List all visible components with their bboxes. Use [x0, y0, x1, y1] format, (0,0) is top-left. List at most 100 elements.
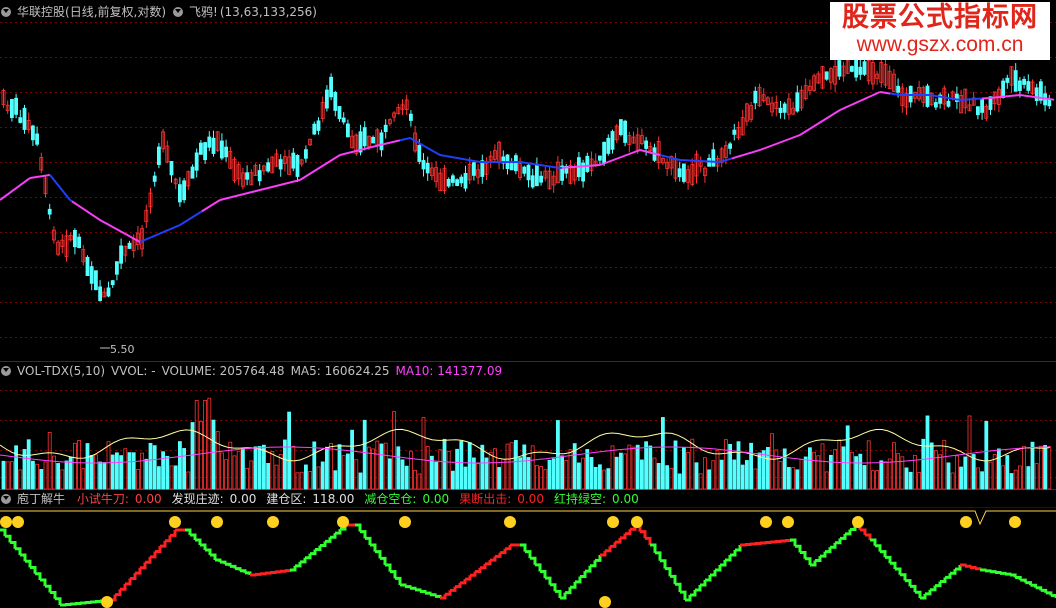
signal-step: [295, 561, 302, 568]
candle-body: [119, 245, 123, 264]
volume-bar: [148, 442, 153, 490]
signal-step: [740, 543, 747, 547]
smiley-icon: [12, 516, 24, 528]
ma-line-segment: [795, 134, 799, 138]
signal-step: [640, 530, 647, 539]
volume-bar: [787, 467, 791, 490]
ma-line-segment: [627, 152, 631, 156]
ma-line-segment: [677, 158, 681, 161]
candle-body: [127, 242, 132, 249]
indicator-menu-icon[interactable]: [173, 7, 184, 17]
volume-bar: [829, 454, 833, 490]
signal-step: [835, 538, 842, 545]
volume-bar: [106, 441, 111, 490]
ma-line-segment: [741, 153, 745, 157]
candle-body: [22, 107, 27, 130]
ma-line-segment: [719, 160, 723, 163]
ma-line-segment: [825, 116, 829, 120]
signal-step: [495, 552, 502, 558]
candle-body: [459, 176, 464, 184]
candle-body: [862, 61, 867, 75]
volume-bar: [161, 451, 166, 490]
ma-line-segment: [141, 239, 145, 243]
volume-bar: [661, 417, 665, 490]
ma-line-segment: [861, 98, 865, 102]
ma-line-segment: [363, 147, 367, 150]
candle-body: [1018, 80, 1022, 91]
volume-bar: [619, 452, 623, 490]
candle-body: [198, 142, 203, 155]
ma-line-segment: [655, 153, 659, 156]
volume-bar: [812, 451, 816, 490]
volume-bar: [140, 452, 145, 490]
panel-menu-icon[interactable]: [1, 7, 11, 17]
ma-line-segment: [779, 140, 783, 144]
ma-line-segment: [55, 181, 59, 186]
volume-bar: [387, 458, 392, 490]
signal-step: [665, 567, 672, 577]
signal-step: [95, 600, 102, 603]
volume-bar: [64, 460, 69, 490]
chart-canvas[interactable]: [0, 0, 1056, 608]
ma-line-segment: [353, 150, 357, 153]
ma-line-segment: [617, 156, 621, 160]
ma-line-segment: [111, 225, 115, 229]
ma-line-segment: [341, 153, 345, 156]
volume-bar: [1022, 445, 1026, 490]
ma-line-segment: [181, 221, 185, 225]
signal-panel-header: 庖丁解牛 小试牛刀: 0.00 发现庄迹: 0.00 建仓区: 118.00 减仓空仓: 0.…: [0, 490, 649, 508]
volume-bar: [102, 462, 107, 490]
signal-step: [550, 583, 557, 592]
ma-line-segment: [747, 152, 751, 155]
ma-line-segment: [227, 196, 231, 199]
ma-line-segment: [183, 220, 187, 224]
volume-bar: [56, 463, 60, 490]
ma-line-segment: [229, 196, 233, 199]
ma-line-segment: [133, 237, 137, 241]
candle-body: [463, 172, 468, 189]
signal-step: [220, 560, 227, 565]
volume-bar: [1001, 465, 1005, 490]
ma-line-segment: [675, 158, 679, 161]
ma-line-segment: [739, 154, 743, 157]
ma-line-segment: [223, 197, 227, 200]
ma-line-segment: [143, 238, 147, 242]
candle-body: [266, 162, 271, 172]
ma-line-segment: [427, 147, 431, 151]
volume-bar: [547, 459, 552, 490]
volume-bar: [526, 457, 531, 490]
ma-line-segment: [731, 156, 735, 160]
signal-step: [90, 600, 97, 604]
ma-line-segment: [757, 149, 761, 152]
ma-line-segment: [151, 235, 155, 238]
ma-line-segment: [193, 214, 197, 218]
ma-line-segment: [603, 161, 607, 165]
ma-line-segment: [49, 174, 53, 179]
ma-line-segment: [201, 209, 205, 213]
smiley-icon: [399, 516, 411, 528]
ma-line-segment: [791, 136, 795, 139]
volume-bar: [39, 469, 44, 490]
ma-line-segment: [329, 159, 333, 163]
ma-line-segment: [373, 145, 377, 148]
signal-step: [925, 589, 932, 596]
volume-bar: [467, 442, 472, 490]
ma-line-segment: [135, 238, 139, 242]
ma-line-segment: [875, 91, 879, 95]
smiley-icon: [504, 516, 516, 528]
volume-bar: [240, 448, 245, 490]
volume-menu-icon[interactable]: [1, 366, 11, 376]
signal-menu-icon[interactable]: [1, 494, 11, 504]
signal-step: [270, 571, 277, 574]
volume-bar: [26, 439, 31, 490]
signal-item: 红持绿空:: [553, 492, 606, 506]
ma-line-segment: [657, 153, 661, 156]
volume-bar: [463, 466, 468, 490]
volume-bar: [211, 419, 216, 490]
volume-bar: [593, 466, 598, 490]
ma-line-segment: [787, 137, 791, 141]
smiley-icon: [267, 516, 279, 528]
ma-line-segment: [107, 223, 111, 227]
volume-bar: [782, 448, 787, 490]
volume-bar: [488, 451, 493, 490]
